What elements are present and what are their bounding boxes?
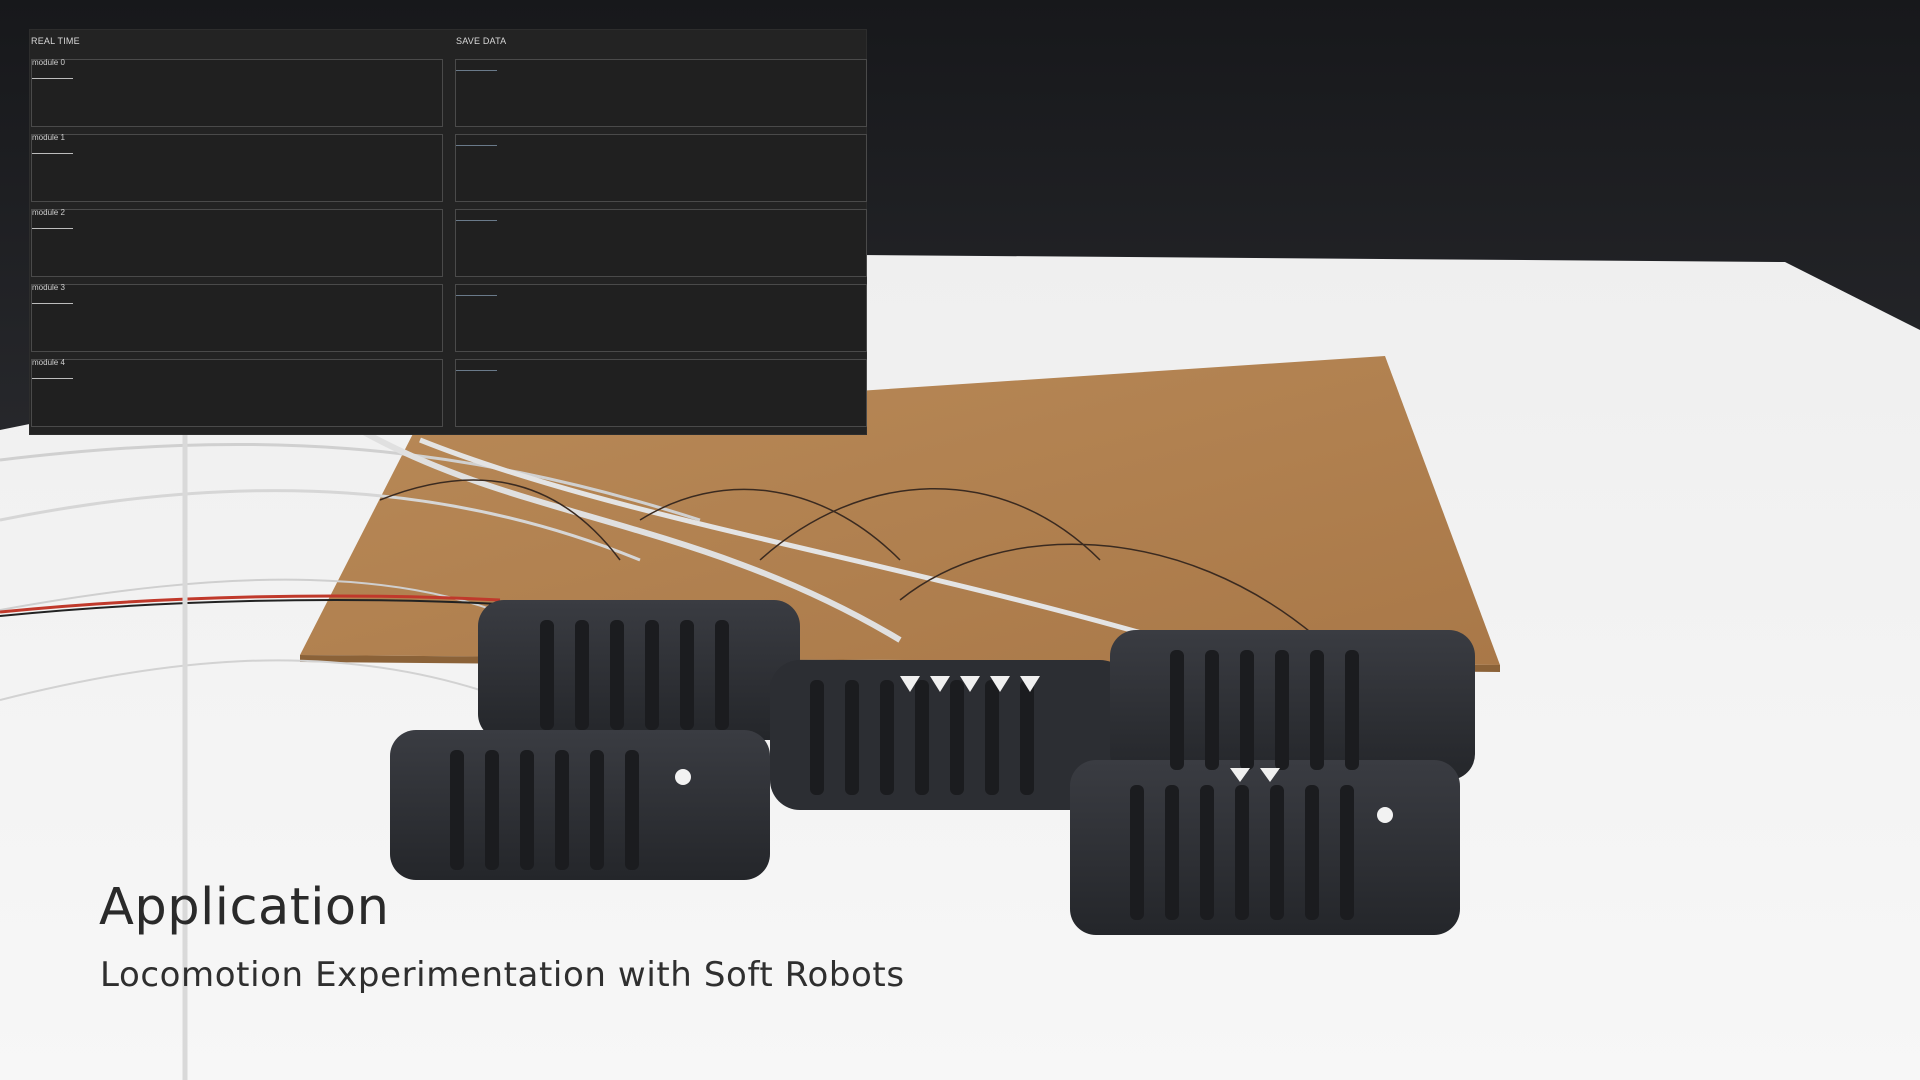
plot-trace bbox=[456, 145, 497, 146]
plot-trace bbox=[32, 153, 73, 154]
savedata-plot-module-2 bbox=[455, 209, 867, 277]
caption-title: Application bbox=[99, 878, 390, 937]
savedata-header: SAVE DATA bbox=[456, 36, 507, 46]
savedata-plot-module-4 bbox=[455, 359, 867, 427]
plot-trace bbox=[456, 220, 497, 221]
savedata-plot-module-0 bbox=[455, 59, 867, 127]
savedata-plot-module-3 bbox=[455, 284, 867, 352]
plot-label: module 1 bbox=[32, 133, 65, 142]
plot-trace bbox=[32, 378, 73, 379]
plot-label: module 2 bbox=[32, 208, 65, 217]
caption-subtitle: Locomotion Experimentation with Soft Rob… bbox=[100, 955, 905, 995]
plot-trace bbox=[456, 295, 497, 296]
realtime-plot-module-1: module 1 bbox=[31, 133, 443, 202]
realtime-plot-module-2: module 2 bbox=[31, 208, 443, 277]
plot-trace bbox=[32, 228, 73, 229]
realtime-plot-module-0: module 0 bbox=[31, 58, 443, 127]
plot-label: module 0 bbox=[32, 58, 65, 67]
plot-trace bbox=[32, 78, 73, 79]
realtime-plot-module-3: module 3 bbox=[31, 283, 443, 352]
plot-trace bbox=[456, 370, 497, 371]
savedata-plot-module-1 bbox=[455, 134, 867, 202]
monitor-panel: REAL TIME SAVE DATA module 0 module 1 mo… bbox=[30, 30, 867, 434]
plot-label: module 3 bbox=[32, 283, 65, 292]
realtime-header: REAL TIME bbox=[31, 36, 80, 46]
plot-trace bbox=[456, 70, 497, 71]
plot-label: module 4 bbox=[32, 358, 65, 367]
realtime-plot-module-4: module 4 bbox=[31, 358, 443, 427]
plot-trace bbox=[32, 303, 73, 304]
